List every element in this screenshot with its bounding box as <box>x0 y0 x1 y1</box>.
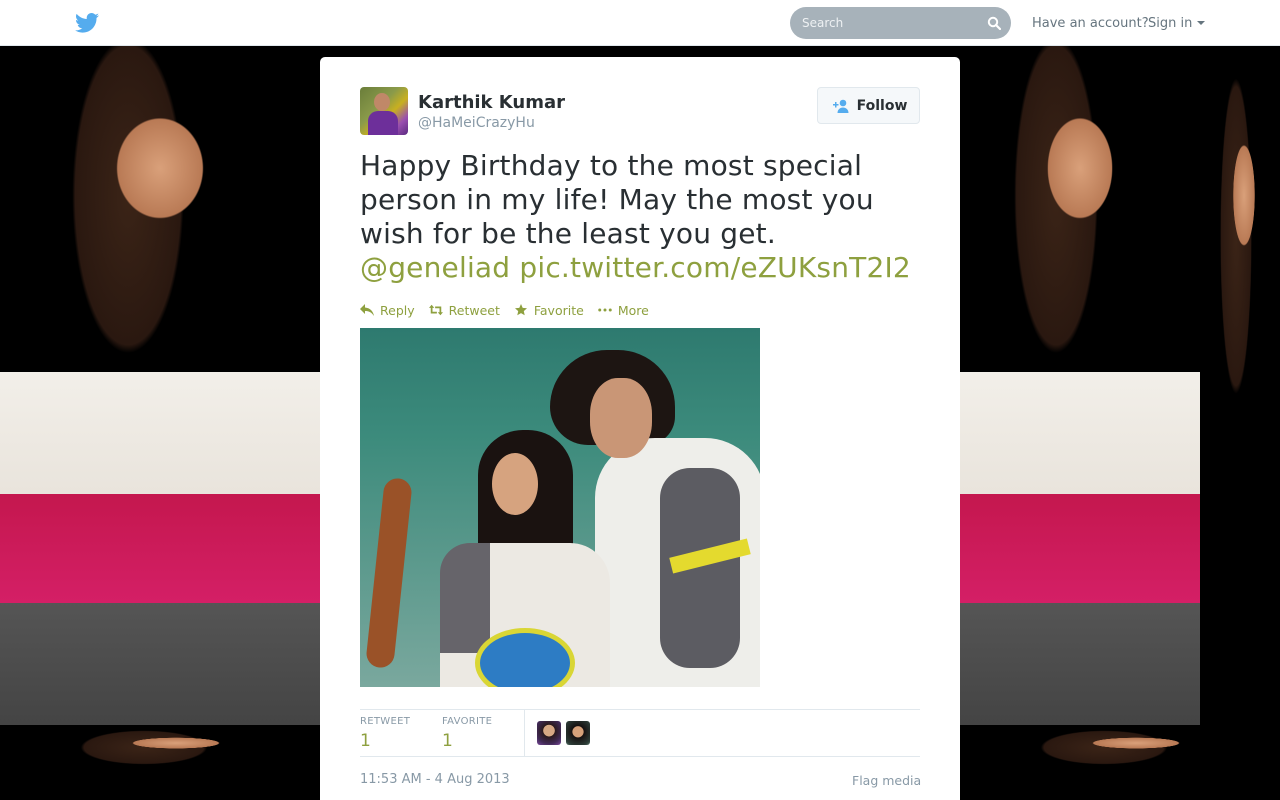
tweet-body: Happy Birthday to the most special perso… <box>360 149 874 250</box>
tweet-card: Karthik Kumar @HaMeiCrazyHu Follow Happy… <box>320 57 960 800</box>
background-photo-left <box>0 46 320 725</box>
top-bar: Have an account? Sign in <box>0 0 1280 46</box>
favorite-stat[interactable]: FAVORITE 1 <box>442 716 492 751</box>
reply-action[interactable]: Reply <box>360 301 415 319</box>
reply-icon <box>360 304 374 316</box>
tweet-actions: Reply Retweet Favorite More <box>360 301 649 319</box>
more-action[interactable]: More <box>598 301 649 319</box>
tweet-text: Happy Birthday to the most special perso… <box>360 149 930 285</box>
background-photo-far-right <box>1200 46 1280 725</box>
mention-link[interactable]: @geneliad <box>360 251 510 284</box>
caret-down-icon <box>1197 21 1206 25</box>
more-icon <box>598 308 612 312</box>
reply-label: Reply <box>380 302 415 318</box>
retweet-count: 1 <box>360 731 371 751</box>
pic-link[interactable]: pic.twitter.com/eZUKsnT2I2 <box>519 251 911 284</box>
tweet-media-photo[interactable] <box>360 328 760 687</box>
favorite-action[interactable]: Favorite <box>514 301 584 319</box>
author-fullname[interactable]: Karthik Kumar <box>418 92 565 113</box>
tweet-timestamp[interactable]: 11:53 AM - 4 Aug 2013 <box>360 772 510 787</box>
retweet-stat[interactable]: RETWEET 1 <box>360 716 410 751</box>
background-photo-bottom-right <box>960 727 1280 800</box>
retweet-action[interactable]: Retweet <box>428 301 500 319</box>
follow-label: Follow <box>856 97 908 114</box>
tweet-stats: RETWEET 1 FAVORITE 1 <box>360 709 920 757</box>
twitter-bird-icon[interactable] <box>75 13 99 33</box>
retweet-icon <box>428 304 443 316</box>
retweet-stat-label: RETWEET <box>360 716 411 727</box>
background-photo-bottom-left <box>0 727 320 800</box>
photo-man-face <box>590 378 652 458</box>
search-input[interactable] <box>802 7 972 39</box>
favoriter-avatar[interactable] <box>537 721 561 745</box>
avatar-face <box>374 93 390 111</box>
retweet-label: Retweet <box>448 302 500 318</box>
search-icon[interactable] <box>987 16 1001 30</box>
favorite-count: 1 <box>442 731 453 751</box>
author-avatar[interactable] <box>360 87 408 135</box>
favorite-stat-label: FAVORITE <box>442 716 493 727</box>
more-label: More <box>617 302 649 318</box>
follow-user-icon <box>832 99 849 113</box>
author-username[interactable]: @HaMeiCrazyHu <box>418 115 535 131</box>
flag-media-link[interactable]: Flag media <box>852 773 921 788</box>
sign-in-link[interactable]: Sign in <box>1148 16 1206 31</box>
favorite-label: Favorite <box>533 302 584 318</box>
photo-woman-arm <box>365 477 413 669</box>
sign-in-label: Sign in <box>1148 16 1193 31</box>
photo-woman-sleeve <box>440 543 490 653</box>
stats-divider <box>524 710 525 757</box>
favoriter-avatar[interactable] <box>566 721 590 745</box>
follow-button[interactable]: Follow <box>817 87 920 124</box>
have-account-text: Have an account? <box>1032 16 1149 31</box>
photo-woman-face <box>492 453 538 515</box>
search-box <box>790 7 1011 39</box>
avatar-body <box>368 111 398 135</box>
background-photo-right <box>960 46 1200 725</box>
star-icon <box>514 304 527 316</box>
